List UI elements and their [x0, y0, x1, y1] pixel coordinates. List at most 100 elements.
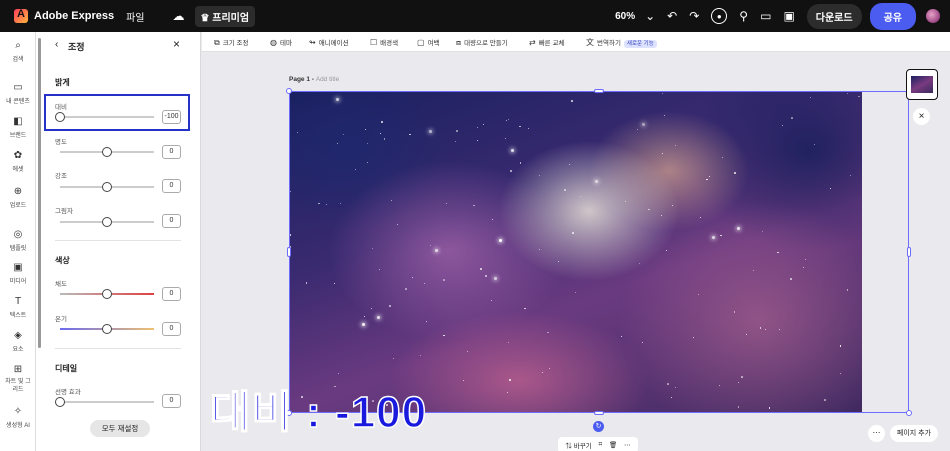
resize-handle-top-left[interactable]: [286, 88, 292, 94]
cloud-sync-icon[interactable]: ☁: [173, 9, 185, 23]
rail-item-media[interactable]: ▣ 미디어: [0, 262, 36, 285]
chevron-down-icon[interactable]: ⌄: [645, 9, 655, 23]
rail-label: 업로드: [9, 203, 27, 209]
page-number: Page 1 -: [289, 76, 316, 83]
rail-label: 생성형 AI: [6, 423, 30, 429]
rail-item-generative-ai[interactable]: ✧ 생성형 AI: [0, 406, 36, 429]
warmth-slider-knob[interactable]: [102, 324, 112, 334]
tool-animation[interactable]: ↬ 애니메이션: [309, 37, 349, 47]
ai-icon: ✧: [13, 406, 23, 417]
saturation-value[interactable]: 0: [162, 287, 181, 301]
tool-background-color[interactable]: ☐ 배경색: [370, 37, 398, 47]
present-icon[interactable]: ▣: [783, 9, 794, 23]
rail-item-assets[interactable]: ✿ 에셋: [0, 150, 36, 173]
resize-handle-top[interactable]: [594, 89, 604, 93]
tool-padding[interactable]: ▢ 여백: [417, 37, 440, 47]
app-name[interactable]: Adobe Express: [34, 10, 114, 22]
close-icon[interactable]: ×: [173, 37, 180, 51]
tool-label: 애니메이션: [318, 40, 349, 47]
template-icon: ◎: [13, 229, 23, 240]
saturation-slider-knob[interactable]: [102, 289, 112, 299]
saturation-label: 채도: [55, 281, 67, 288]
resize-icon: ⧉: [214, 38, 220, 47]
rotate-icon[interactable]: ↻: [593, 421, 604, 432]
tool-label: 배경색: [380, 40, 399, 47]
tool-quick-swap[interactable]: ⇄ 빠른 교체: [529, 37, 564, 47]
section-color: 색상: [55, 256, 70, 265]
resize-handle-left[interactable]: [287, 247, 291, 257]
rail-item-templates[interactable]: ◎ 템플릿: [0, 229, 36, 252]
page-label[interactable]: Page 1 - Add title: [289, 76, 339, 83]
replace-button[interactable]: ⇅ 바꾸기: [565, 440, 591, 450]
rail-item-text[interactable]: T 텍스트: [0, 296, 36, 319]
section-light: 밝게: [55, 78, 70, 87]
back-arrow-icon[interactable]: ‹: [55, 39, 58, 50]
rail-label: 검색: [12, 57, 24, 63]
location-pin-icon[interactable]: ⚲: [739, 9, 748, 23]
close-icon[interactable]: ×: [913, 108, 930, 125]
trash-icon[interactable]: 🗑: [609, 441, 617, 449]
more-options-button[interactable]: ⋯: [868, 425, 885, 442]
reset-all-button[interactable]: 모두 재설정: [90, 420, 150, 437]
rail-label: 미디어: [9, 279, 27, 285]
upload-icon: ⊕: [13, 186, 23, 197]
tool-label: 크기 조정: [222, 40, 249, 47]
tool-translate[interactable]: 文 번역하기 새로운 기능: [586, 37, 657, 48]
resize-handle-bottom-right[interactable]: [906, 410, 912, 416]
sharpen-value[interactable]: 0: [162, 394, 181, 408]
brightness-slider-knob[interactable]: [102, 147, 112, 157]
selection-frame: [289, 91, 909, 413]
sharpen-slider[interactable]: [60, 401, 154, 403]
zoom-level[interactable]: 60%: [615, 11, 635, 22]
rail-label: 텍스트: [9, 313, 27, 319]
warmth-value[interactable]: 0: [162, 322, 181, 336]
tool-resize[interactable]: ⧉ 크기 조정: [214, 37, 248, 48]
shadows-slider-knob[interactable]: [102, 217, 112, 227]
rail-label: 템플릿: [9, 246, 27, 252]
comment-icon[interactable]: ▭: [760, 9, 771, 23]
rail-item-elements[interactable]: ◈ 요소: [0, 330, 36, 353]
resize-handle-right[interactable]: [907, 247, 911, 257]
page-thumbnail[interactable]: [906, 69, 938, 100]
rail-label: 차트 및 그리드: [5, 379, 31, 393]
share-button[interactable]: 공유: [869, 2, 916, 30]
brightness-value[interactable]: 0: [162, 145, 181, 159]
panel-scrollbar[interactable]: [38, 38, 41, 348]
rail-item-search[interactable]: ⌕ 검색: [0, 40, 36, 63]
undo-icon[interactable]: ↶: [667, 9, 677, 23]
brand-icon: ◧: [13, 116, 23, 127]
adobe-express-logo[interactable]: [14, 8, 28, 23]
shadows-value[interactable]: 0: [162, 214, 181, 228]
page-title-placeholder[interactable]: Add title: [316, 76, 340, 83]
avatar[interactable]: [926, 9, 940, 23]
image-quick-actions: ⇅ 바꾸기 ⌗ 🗑 ⋯: [558, 437, 638, 451]
panel-title: 조정: [68, 42, 85, 52]
redo-icon[interactable]: ↷: [689, 9, 699, 23]
premium-button[interactable]: ♛ 프리미엄: [194, 5, 256, 27]
rail-item-brand[interactable]: ◧ 브랜드: [0, 116, 36, 139]
tool-theme[interactable]: ◍ 테마: [270, 37, 292, 47]
crop-icon[interactable]: ⌗: [598, 441, 602, 449]
highlights-label: 강조: [55, 173, 67, 180]
collaborators-icon[interactable]: ●: [711, 8, 728, 24]
rail-item-charts[interactable]: ⊞ 차트 및 그리드: [0, 364, 36, 394]
download-button[interactable]: 다운로드: [806, 3, 862, 29]
sharpen-slider-knob[interactable]: [55, 397, 65, 407]
highlights-slider-knob[interactable]: [102, 182, 112, 192]
tool-bulk-create[interactable]: ⧈ 대량으로 만들기: [456, 37, 508, 48]
rail-label: 요소: [12, 347, 24, 353]
add-page-button[interactable]: 페이지 추가: [890, 425, 938, 442]
highlights-value[interactable]: 0: [162, 179, 181, 193]
brightness-label: 명도: [55, 139, 67, 146]
animation-icon: ↬: [309, 38, 316, 47]
resize-handle-bottom[interactable]: [594, 411, 604, 415]
rail-item-my-content[interactable]: ▭ 내 콘텐츠: [0, 82, 36, 105]
rail-item-upload[interactable]: ⊕ 업로드: [0, 186, 36, 209]
media-icon: ▣: [13, 262, 23, 273]
section-detail: 디테일: [55, 364, 78, 373]
file-menu[interactable]: 파일: [126, 9, 144, 24]
padding-icon: ▢: [417, 38, 425, 47]
thumbnail-image: [911, 76, 933, 93]
more-icon[interactable]: ⋯: [624, 441, 631, 449]
tool-label: 빠른 교체: [538, 40, 565, 47]
